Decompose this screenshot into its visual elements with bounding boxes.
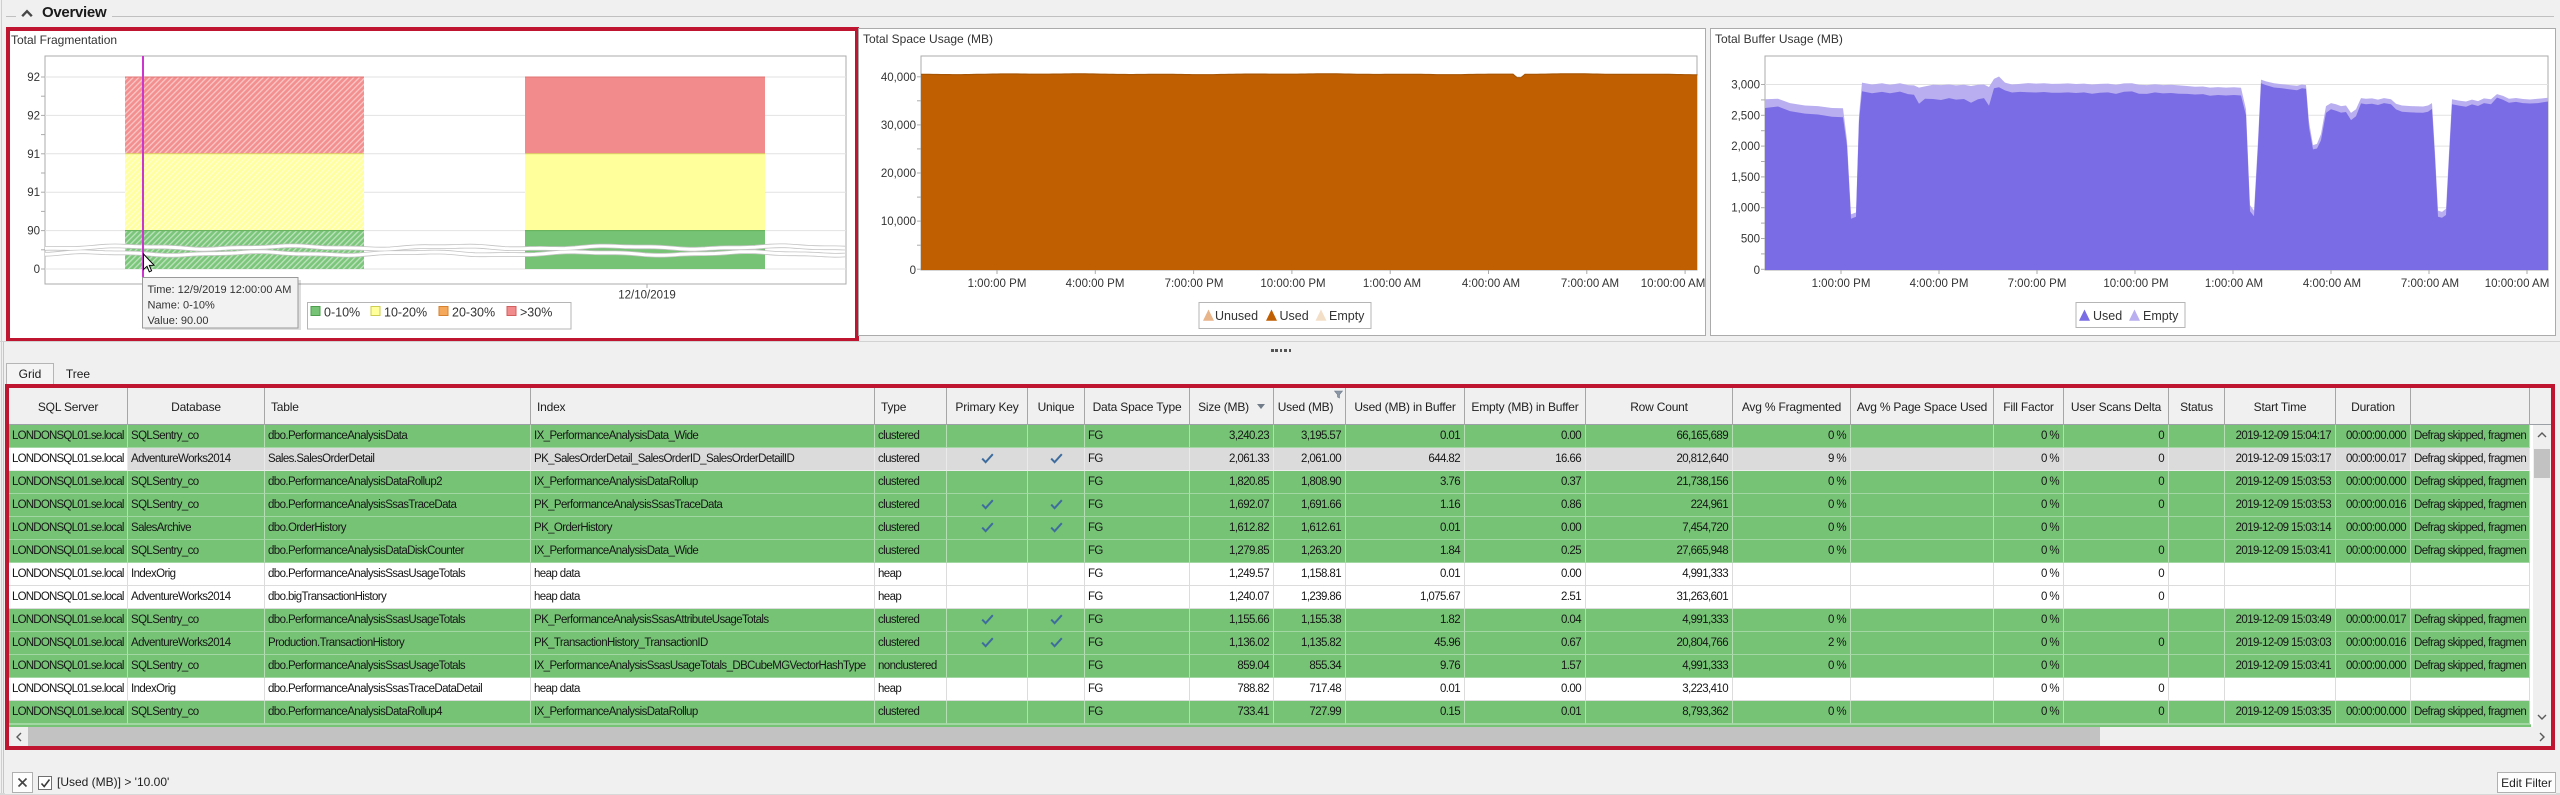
svg-text:7:00:00 PM: 7:00:00 PM — [2008, 278, 2067, 290]
svg-text:1:00:00 PM: 1:00:00 PM — [1812, 278, 1871, 290]
svg-text:0: 0 — [1754, 265, 1760, 277]
svg-text:1:00:00 PM: 1:00:00 PM — [968, 278, 1027, 290]
svg-text:1:00:00 AM: 1:00:00 AM — [1363, 278, 1421, 290]
svg-text:20,000: 20,000 — [881, 168, 916, 180]
svg-text:1,000: 1,000 — [1731, 203, 1760, 215]
svg-text:Name: 0-10%: Name: 0-10% — [148, 300, 215, 312]
svg-text:40,000: 40,000 — [881, 72, 916, 84]
svg-text:10,000: 10,000 — [881, 216, 916, 228]
svg-text:91: 91 — [27, 187, 40, 199]
svg-text:20-30%: 20-30% — [452, 306, 495, 320]
svg-text:Time: 12/9/2019 12:00:00 AM: Time: 12/9/2019 12:00:00 AM — [148, 284, 292, 296]
svg-text:Used: Used — [1280, 309, 1309, 323]
svg-text:500: 500 — [1741, 234, 1760, 246]
svg-text:0-10%: 0-10% — [324, 306, 360, 320]
svg-text:7:00:00 PM: 7:00:00 PM — [1165, 278, 1224, 290]
svg-text:10:00:00 PM: 10:00:00 PM — [2103, 278, 2168, 290]
svg-text:30,000: 30,000 — [881, 120, 916, 132]
svg-text:4:00:00 PM: 4:00:00 PM — [1910, 278, 1969, 290]
svg-text:3,000: 3,000 — [1731, 80, 1760, 92]
svg-text:92: 92 — [27, 72, 40, 84]
svg-text:Value: 90.00: Value: 90.00 — [148, 315, 209, 327]
svg-text:1,500: 1,500 — [1731, 172, 1760, 184]
svg-text:7:00:00 AM: 7:00:00 AM — [2401, 278, 2459, 290]
svg-text:Used: Used — [2093, 309, 2122, 323]
svg-text:10:00:00 PM: 10:00:00 PM — [1260, 278, 1325, 290]
svg-text:2,000: 2,000 — [1731, 141, 1760, 153]
svg-text:7:00:00 AM: 7:00:00 AM — [1561, 278, 1619, 290]
svg-text:1:00:00 AM: 1:00:00 AM — [2205, 278, 2263, 290]
svg-text:>30%: >30% — [520, 306, 552, 320]
svg-text:Empty: Empty — [1329, 309, 1365, 323]
svg-text:12/10/2019: 12/10/2019 — [618, 290, 676, 302]
svg-text:10-20%: 10-20% — [384, 306, 427, 320]
svg-text:10:00:00 AM: 10:00:00 AM — [1641, 278, 1705, 290]
svg-text:90: 90 — [27, 226, 40, 238]
svg-text:0: 0 — [910, 265, 916, 277]
svg-text:91: 91 — [27, 149, 40, 161]
svg-text:4:00:00 PM: 4:00:00 PM — [1066, 278, 1125, 290]
svg-text:0: 0 — [34, 264, 40, 276]
svg-text:2,500: 2,500 — [1731, 110, 1760, 122]
svg-text:Unused: Unused — [1215, 309, 1258, 323]
svg-text:92: 92 — [27, 110, 40, 122]
svg-text:4:00:00 AM: 4:00:00 AM — [1462, 278, 1520, 290]
svg-text:4:00:00 AM: 4:00:00 AM — [2303, 278, 2361, 290]
svg-text:10:00:00 AM: 10:00:00 AM — [2485, 278, 2550, 290]
svg-text:Empty: Empty — [2143, 309, 2179, 323]
